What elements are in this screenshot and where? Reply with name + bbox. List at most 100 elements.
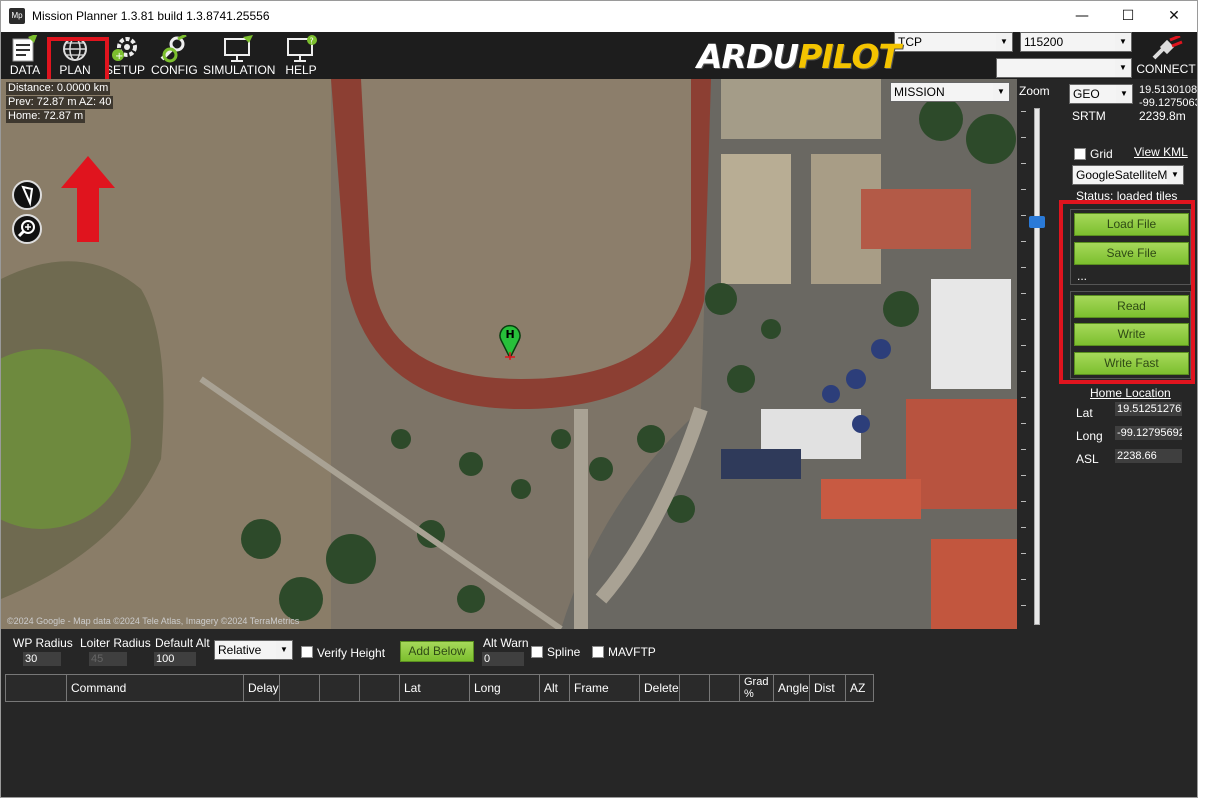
app-icon: Mp <box>9 8 25 24</box>
home-readout: Home: 72.87 m <box>6 110 86 123</box>
lat-label: Lat <box>1076 406 1093 420</box>
geo-lat: 19.5130108 <box>1139 84 1198 96</box>
mode-select[interactable]: MISSION ▼ <box>890 82 1010 102</box>
col-header-delay[interactable]: Delay <box>244 675 280 701</box>
home-marker-label: H <box>506 328 515 341</box>
mode-value: MISSION <box>894 85 945 99</box>
col-header-frame[interactable]: Frame <box>570 675 640 701</box>
satellite-map[interactable]: Distance: 0.0000 km Prev: 72.87 m AZ: 40… <box>1 79 1017 629</box>
connection-type-select[interactable]: TCP ▼ <box>894 32 1013 52</box>
home-long-field[interactable]: -99.12795692 <box>1115 426 1182 440</box>
zoom-label: Zoom <box>1019 84 1050 98</box>
home-lat-field[interactable]: 19.51251276 <box>1115 402 1182 416</box>
srtm-value: 2239.8m <box>1139 109 1186 123</box>
col-header-command[interactable]: Command <box>67 675 244 701</box>
home-asl-field[interactable]: 2238.66 <box>1115 449 1182 463</box>
default-alt-field[interactable]: 100 <box>154 652 196 666</box>
col-header-grad[interactable]: Grad % <box>740 675 774 701</box>
default-alt-label: Default Alt <box>155 636 210 650</box>
connection-type-value: TCP <box>898 35 922 49</box>
connect-label: CONNECT <box>1136 62 1196 76</box>
prev-readout: Prev: 72.87 m AZ: 40 <box>6 96 114 109</box>
col-header-az[interactable]: AZ <box>846 675 874 701</box>
grid-label: Grid <box>1090 147 1113 161</box>
spline-checkbox[interactable] <box>531 646 543 658</box>
baud-rate-value: 115200 <box>1024 35 1064 49</box>
waypoint-table-header: Command Delay Lat Long Alt Frame Delete … <box>5 674 874 702</box>
col-header-p4[interactable] <box>360 675 400 701</box>
toolbar-simulation-button[interactable]: SIMULATION <box>203 32 275 79</box>
connect-button[interactable]: CONNECT <box>1136 34 1196 78</box>
verify-height-checkbox[interactable] <box>301 646 313 658</box>
red-arrow-annotation <box>61 156 115 242</box>
title-bar: Mp Mission Planner 1.3.81 build 1.3.8741… <box>1 1 1197 32</box>
svg-text:?: ? <box>310 37 314 46</box>
chevron-down-icon: ▼ <box>1115 33 1131 51</box>
compass-needle-icon <box>21 185 34 207</box>
magnifier-icon <box>17 220 35 238</box>
compass-icon[interactable] <box>12 180 42 210</box>
plug-icon <box>1152 36 1183 60</box>
col-header-lat[interactable]: Lat <box>400 675 470 701</box>
main-toolbar: DATA PLAN + SETUP CONFIG SIMULATION ? HE… <box>1 32 1197 87</box>
wp-radius-field[interactable]: 30 <box>23 652 61 666</box>
coord-type-select[interactable]: GEO ▼ <box>1069 84 1133 104</box>
mavftp-label: MAVFTP <box>608 645 656 659</box>
coord-type-value: GEO <box>1073 87 1100 101</box>
asl-label: ASL <box>1076 452 1099 466</box>
verify-height-label: Verify Height <box>317 646 386 660</box>
port-select[interactable]: ▼ <box>996 58 1132 78</box>
logo-pilot: PILOT <box>798 37 901 76</box>
col-header-angle[interactable]: Angle <box>774 675 810 701</box>
mavftp-checkbox[interactable] <box>592 646 604 658</box>
baud-rate-select[interactable]: 115200 ▼ <box>1020 32 1132 52</box>
alt-warn-field[interactable]: 0 <box>482 652 524 666</box>
view-kml-link[interactable]: View KML <box>1134 145 1188 159</box>
spline-label: Spline <box>547 645 581 659</box>
col-header-up[interactable] <box>680 675 710 701</box>
ardupilot-logo: ARDUPILOT <box>697 37 901 76</box>
help-monitor-icon: ? <box>287 35 317 62</box>
col-header-alt[interactable]: Alt <box>540 675 570 701</box>
wp-radius-label: WP Radius <box>13 636 73 650</box>
col-header-p3[interactable] <box>320 675 360 701</box>
alt-warn-label: Alt Warn <box>483 636 529 650</box>
toolbar-config-label: CONFIG <box>151 63 198 77</box>
chevron-down-icon: ▼ <box>996 33 1012 51</box>
col-header-long[interactable]: Long <box>470 675 540 701</box>
toolbar-help-button[interactable]: ? HELP <box>279 32 323 79</box>
col-header-down[interactable] <box>710 675 740 701</box>
grid-checkbox[interactable] <box>1074 148 1086 160</box>
svg-text:+: + <box>115 51 123 62</box>
col-header-delete[interactable]: Delete <box>640 675 680 701</box>
zoom-slider-thumb[interactable] <box>1029 216 1045 228</box>
zoom-slider-track[interactable] <box>1034 108 1040 625</box>
monitor-icon <box>224 35 253 62</box>
home-marker-icon[interactable]: H <box>498 322 522 360</box>
loiter-radius-field[interactable]: 45 <box>89 652 127 666</box>
chevron-down-icon: ▼ <box>993 83 1009 101</box>
toolbar-help-label: HELP <box>285 63 317 77</box>
alt-frame-select[interactable]: Relative ▼ <box>214 640 293 660</box>
toolbar-data-button[interactable]: DATA <box>5 32 45 79</box>
map-copyright: ©2024 Google - Map data ©2024 Tele Atlas… <box>7 616 300 626</box>
maximize-button[interactable]: ☐ <box>1105 1 1151 32</box>
srtm-label: SRTM <box>1072 109 1106 123</box>
zoom-search-icon[interactable] <box>12 214 42 244</box>
close-button[interactable]: ✕ <box>1151 1 1197 32</box>
chevron-down-icon: ▼ <box>1115 59 1131 77</box>
long-label: Long <box>1076 429 1103 443</box>
map-type-select[interactable]: GoogleSatelliteMap ▼ <box>1072 165 1184 185</box>
col-header-dist[interactable]: Dist <box>810 675 846 701</box>
home-location-link[interactable]: Home Location <box>1090 386 1171 400</box>
alt-frame-value: Relative <box>218 643 262 657</box>
toolbar-setup-button[interactable]: + SETUP <box>105 32 145 79</box>
col-header-p2[interactable] <box>280 675 320 701</box>
toolbar-config-button[interactable]: CONFIG <box>151 32 198 79</box>
chevron-down-icon: ▼ <box>1116 85 1132 103</box>
add-below-button[interactable]: Add Below <box>400 641 474 662</box>
toolbar-setup-label: SETUP <box>105 63 146 77</box>
distance-readout: Distance: 0.0000 km <box>6 82 111 95</box>
minimize-button[interactable]: — <box>1059 1 1105 32</box>
col-header-select[interactable] <box>6 675 67 701</box>
